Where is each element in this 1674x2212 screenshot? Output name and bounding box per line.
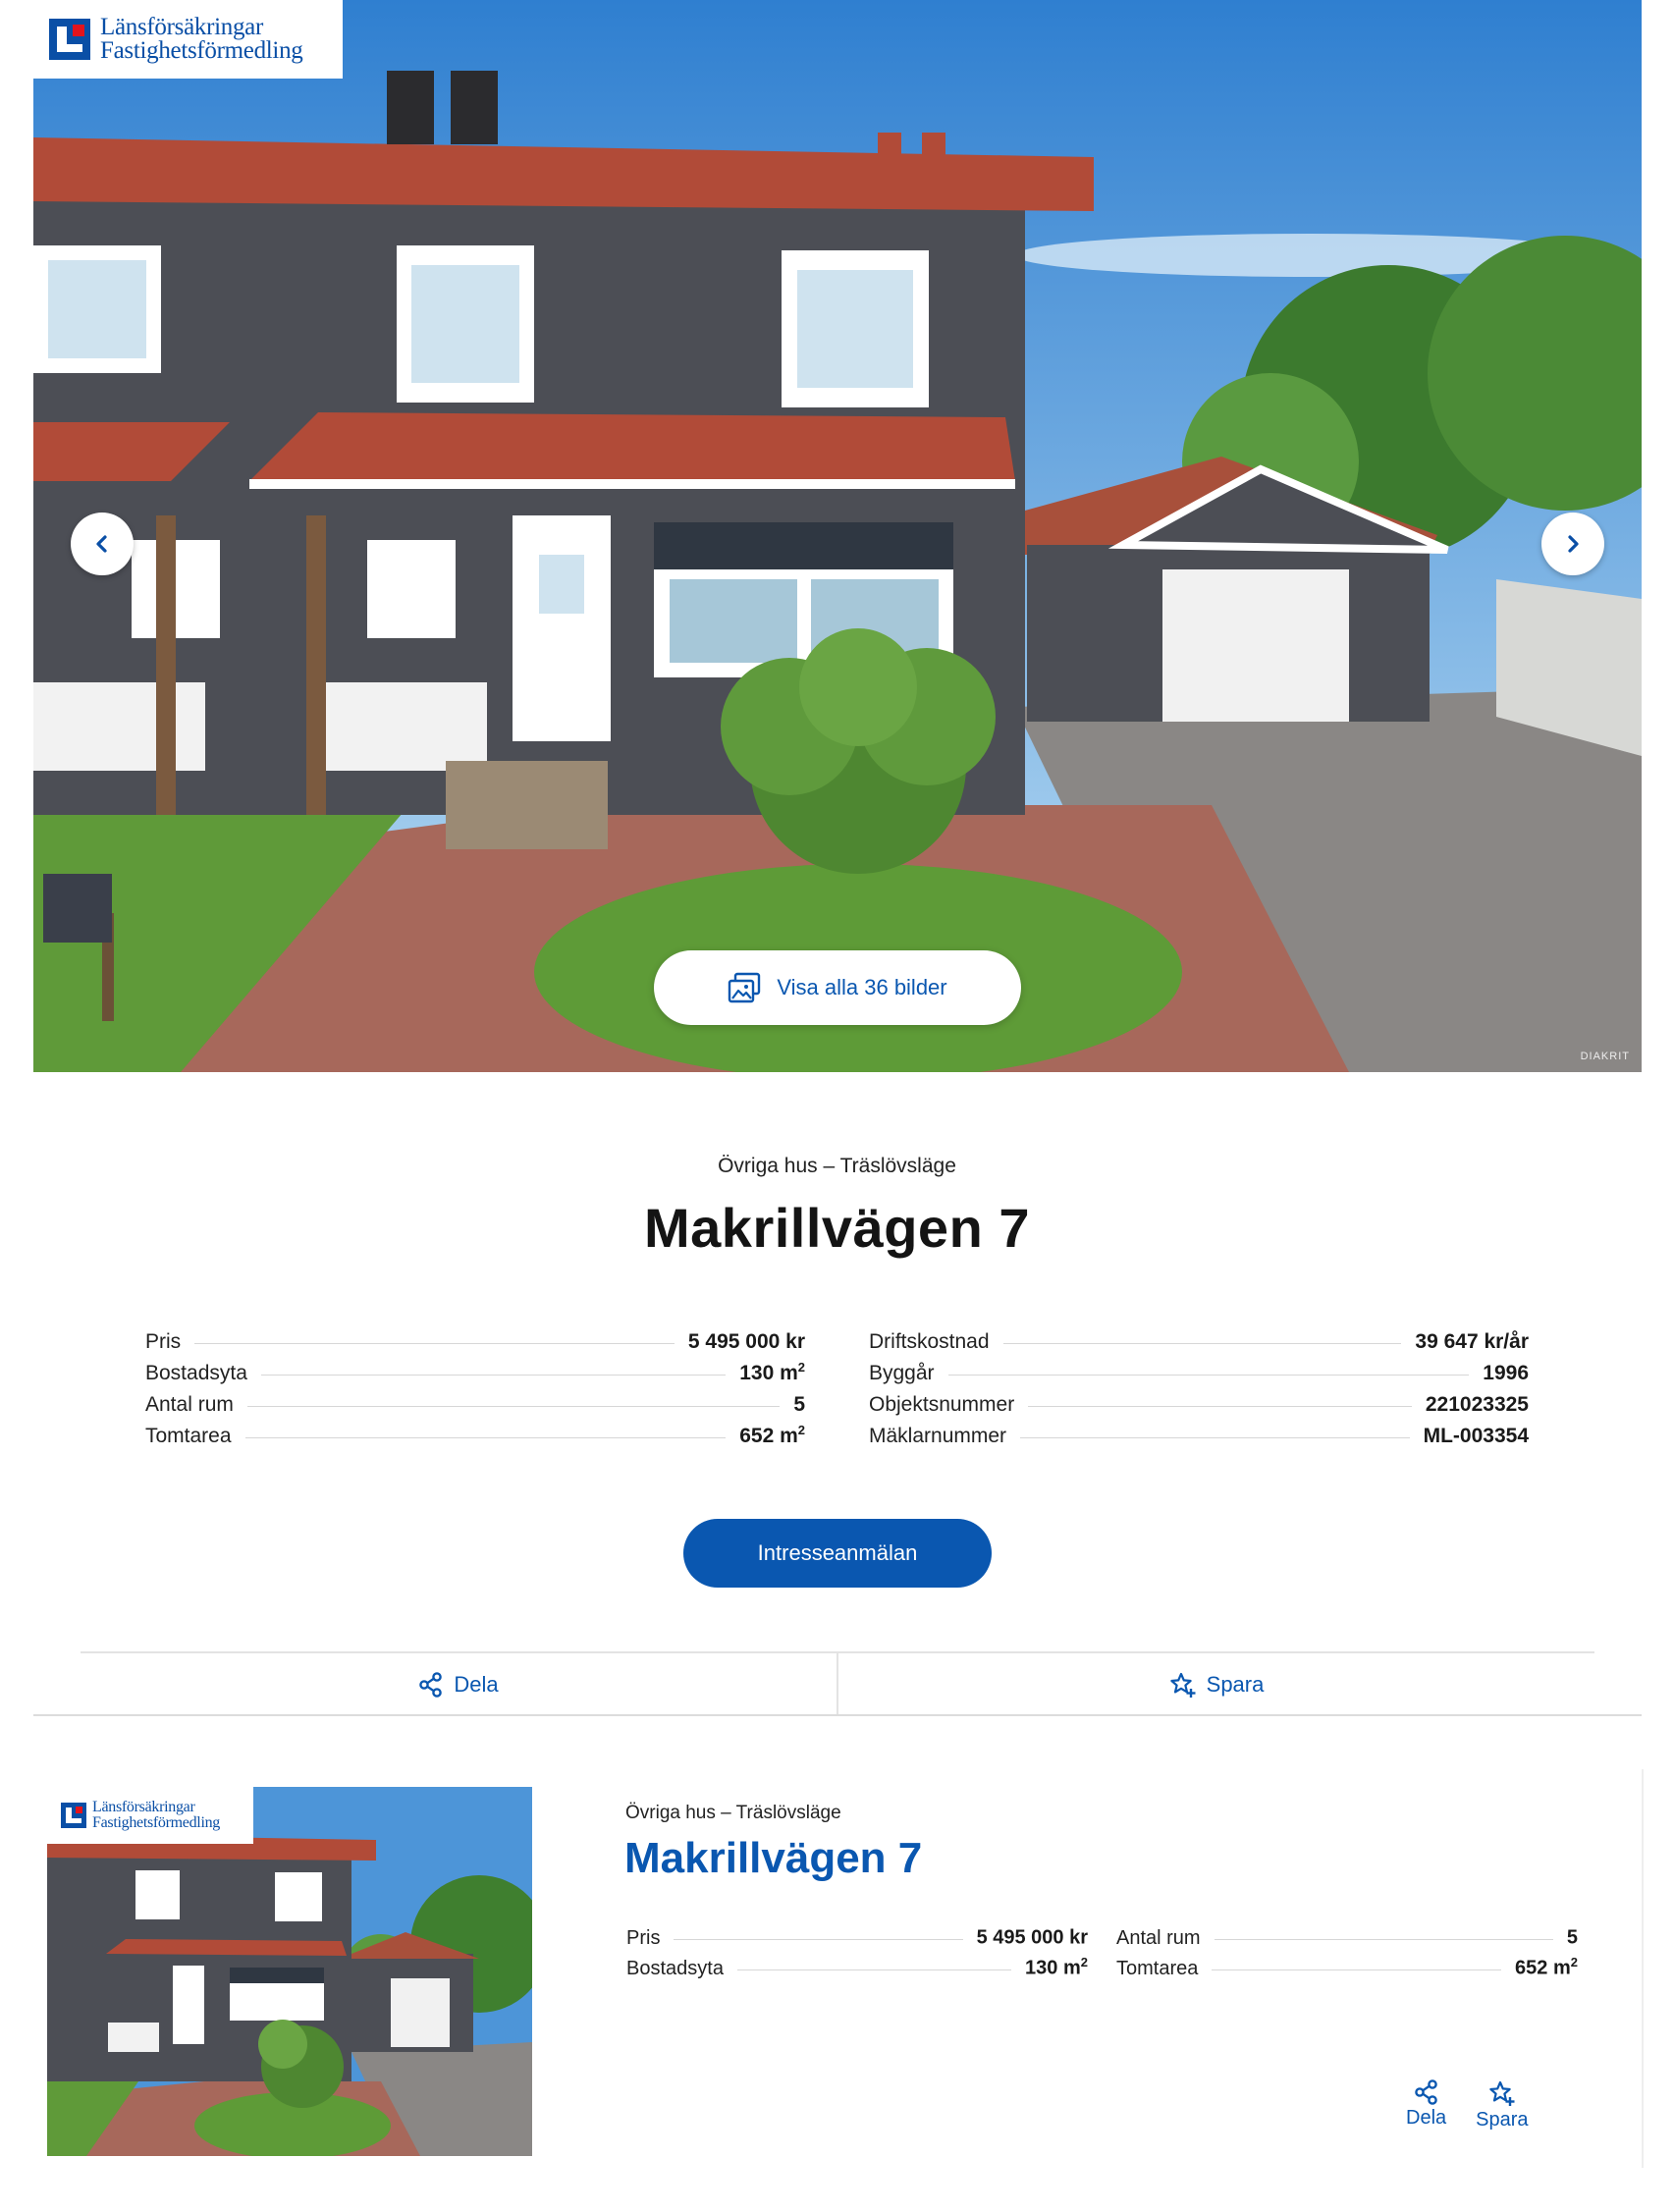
fact-value: 5 <box>1566 1926 1578 1949</box>
action-bar: Dela Spara <box>81 1651 1594 1716</box>
card-facts-left: Pris 5 495 000 kr Bostadsyta 130 m2 <box>626 1924 1088 1985</box>
fact-leader <box>674 1938 963 1940</box>
fact-leader <box>736 1969 1012 1970</box>
fact-value: 652 m2 <box>1515 1955 1578 1979</box>
fact-leader <box>246 1406 781 1407</box>
fact-row-rooms: Antal rum 5 <box>145 1391 805 1423</box>
interest-registration-button[interactable]: Intresseanmälan <box>683 1519 992 1588</box>
fact-label: Tomtarea <box>1116 1957 1199 1979</box>
fact-value: 652 m2 <box>739 1423 805 1447</box>
fact-label: Driftskostnad <box>869 1330 990 1353</box>
logo-line-2: Fastighetsförmedling <box>92 1814 220 1831</box>
house-photo <box>33 0 1642 1072</box>
listing-card[interactable]: Länsförsäkringar Fastighetsförmedling Öv… <box>33 1769 1644 2168</box>
fact-value: ML-003354 <box>1423 1425 1529 1447</box>
listing-category: Övriga hus – Träslövsläge <box>718 1155 956 1177</box>
fact-leader <box>260 1375 727 1376</box>
fact-value: 130 m2 <box>739 1360 805 1384</box>
card-save-label: Spara <box>1476 2109 1529 2131</box>
fact-row-living-area: Bostadsyta 130 m2 <box>145 1360 805 1391</box>
fact-leader <box>1020 1437 1410 1438</box>
show-all-images-button[interactable]: Visa alla 36 bilder <box>654 950 1021 1025</box>
brand-logo[interactable]: Länsförsäkringar Fastighetsförmedling <box>33 0 343 79</box>
share-label: Dela <box>454 1672 499 1697</box>
fact-row-agent-number: Mäklarnummer ML-003354 <box>869 1423 1529 1454</box>
fact-label: Antal rum <box>145 1393 234 1416</box>
card-category: Övriga hus – Träslövsläge <box>625 1803 841 1823</box>
fact-leader <box>1214 1938 1553 1940</box>
card-image[interactable]: Länsförsäkringar Fastighetsförmedling <box>47 1787 532 2156</box>
card-fact-row-plot-area: Tomtarea 652 m2 <box>1116 1955 1578 1985</box>
fact-leader <box>1212 1969 1502 1970</box>
logo-line-2: Fastighetsförmedling <box>100 37 303 64</box>
card-facts-right: Antal rum 5 Tomtarea 652 m2 <box>1116 1924 1578 1985</box>
fact-label: Antal rum <box>1116 1926 1201 1949</box>
chevron-right-icon <box>1568 535 1579 553</box>
fact-value: 5 <box>793 1393 805 1416</box>
fact-label: Byggår <box>869 1362 935 1384</box>
divider <box>33 1714 1642 1716</box>
fact-row-plot-area: Tomtarea 652 m2 <box>145 1423 805 1454</box>
card-title-link[interactable]: Makrillvägen 7 <box>624 1834 922 1883</box>
share-icon <box>419 1672 443 1698</box>
fact-row-object-number: Objektsnummer 221023325 <box>869 1391 1529 1423</box>
logo-line-1: Länsförsäkringar <box>100 14 263 40</box>
fact-leader <box>194 1343 675 1344</box>
fact-label: Objektsnummer <box>869 1393 1015 1416</box>
gallery-icon <box>729 972 761 1003</box>
facts-right: Driftskostnad 39 647 kr/år Byggår 1996 O… <box>869 1328 1529 1454</box>
fact-leader <box>947 1375 1470 1376</box>
save-label: Spara <box>1206 1672 1265 1697</box>
fact-leader <box>1028 1406 1412 1407</box>
fact-row-build-year: Byggår 1996 <box>869 1360 1529 1391</box>
card-fact-row-living-area: Bostadsyta 130 m2 <box>626 1955 1088 1985</box>
chevron-left-icon <box>96 535 107 553</box>
share-button[interactable]: Dela <box>81 1653 837 1716</box>
card-share-label: Dela <box>1406 2107 1447 2129</box>
facts-left: Pris 5 495 000 kr Bostadsyta 130 m2 Anta… <box>145 1328 805 1454</box>
fact-leader <box>244 1437 727 1438</box>
fact-label: Pris <box>626 1926 661 1949</box>
logo-mark-icon <box>49 19 90 60</box>
fact-label: Pris <box>145 1330 182 1353</box>
listing-title: Makrillvägen 7 <box>644 1197 1030 1259</box>
gallery-next-button[interactable] <box>1541 513 1604 575</box>
logo-mark-icon <box>61 1803 86 1828</box>
card-fact-row-price: Pris 5 495 000 kr <box>626 1924 1088 1955</box>
fact-value: 5 495 000 kr <box>976 1926 1088 1949</box>
fact-leader <box>1002 1343 1402 1344</box>
share-icon <box>1414 2079 1437 2105</box>
fact-row-price: Pris 5 495 000 kr <box>145 1328 805 1360</box>
fact-row-operating-cost: Driftskostnad 39 647 kr/år <box>869 1328 1529 1360</box>
fact-label: Bostadsyta <box>626 1957 724 1979</box>
card-fact-row-rooms: Antal rum 5 <box>1116 1924 1578 1955</box>
photo-credit: DIAKRIT <box>1580 1051 1630 1062</box>
card-save-button[interactable]: Spara <box>1476 2079 1529 2131</box>
fact-value: 5 495 000 kr <box>687 1330 805 1353</box>
gallery-prev-button[interactable] <box>71 513 134 575</box>
card-brand-logo: Länsförsäkringar Fastighetsförmedling <box>47 1787 253 1844</box>
fact-value: 130 m2 <box>1025 1955 1088 1979</box>
fact-value: 39 647 kr/år <box>1415 1330 1529 1353</box>
fact-label: Mäklarnummer <box>869 1425 1007 1447</box>
fact-label: Bostadsyta <box>145 1362 247 1384</box>
fact-value: 1996 <box>1483 1362 1529 1384</box>
star-plus-icon <box>1169 1672 1196 1698</box>
hero-gallery[interactable]: Länsförsäkringar Fastighetsförmedling Vi… <box>33 0 1642 1072</box>
star-plus-icon <box>1489 2080 1515 2106</box>
show-all-label: Visa alla 36 bilder <box>777 975 947 999</box>
fact-label: Tomtarea <box>145 1425 232 1447</box>
logo-line-1: Länsförsäkringar <box>92 1799 195 1815</box>
save-button[interactable]: Spara <box>837 1653 1594 1716</box>
card-actions: Dela Spara <box>1406 2079 1529 2131</box>
card-share-button[interactable]: Dela <box>1406 2079 1446 2131</box>
fact-value: 221023325 <box>1425 1393 1529 1416</box>
